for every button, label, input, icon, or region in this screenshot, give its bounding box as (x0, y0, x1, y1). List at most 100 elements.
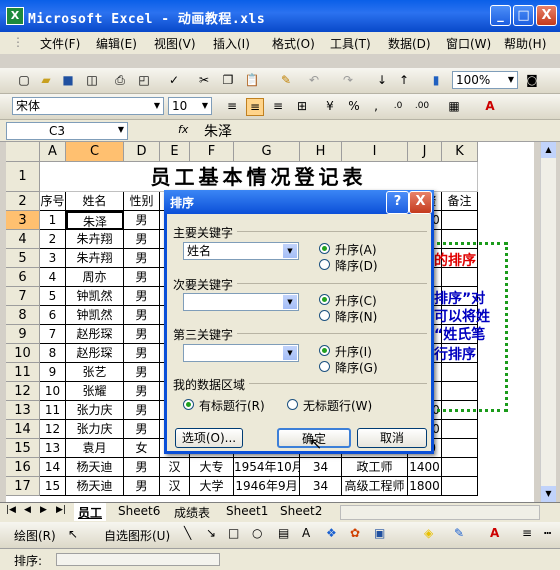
no-header-radio[interactable] (287, 399, 298, 410)
row-header[interactable]: 9 (6, 325, 40, 344)
format-painter-icon[interactable]: ✎ (278, 72, 294, 88)
row-header[interactable]: 11 (6, 363, 40, 382)
tab-sheet1[interactable]: Sheet1 (222, 503, 272, 521)
row-header[interactable]: 14 (6, 420, 40, 439)
tab-sheet2[interactable]: Sheet2 (276, 503, 326, 521)
table-cell[interactable]: 14 (40, 458, 66, 477)
table-cell[interactable]: 汉 (160, 477, 190, 496)
next-sheet-icon[interactable]: ▶ (40, 505, 47, 515)
menu-format[interactable]: 格式(O) (272, 35, 315, 52)
diagram-icon[interactable]: ❖ (326, 526, 337, 540)
table-cell[interactable]: 7 (40, 325, 66, 344)
secondary-key-select[interactable]: ▼ (183, 293, 299, 311)
table-cell[interactable]: 朱卉翔 (66, 249, 124, 268)
redo-icon[interactable]: ↷ (340, 72, 356, 88)
first-sheet-icon[interactable]: |◀ (6, 505, 16, 515)
table-cell[interactable]: 1800 (408, 477, 442, 496)
borders-icon[interactable]: ▦ (446, 98, 462, 114)
table-cell[interactable]: 6 (40, 306, 66, 325)
rectangle-icon[interactable]: □ (228, 526, 239, 540)
primary-asc-radio[interactable] (319, 243, 330, 254)
close-button[interactable]: X (536, 5, 557, 26)
permission-icon[interactable]: ◫ (84, 72, 100, 88)
table-header-cell[interactable]: 性别 (124, 192, 160, 211)
row-header[interactable]: 6 (6, 268, 40, 287)
table-cell[interactable]: 朱卉翔 (66, 230, 124, 249)
third-desc-label[interactable]: 降序(G) (335, 359, 378, 376)
table-cell[interactable]: 政工师 (342, 458, 408, 477)
fill-color-icon[interactable]: ◈ (424, 526, 433, 540)
no-header-label[interactable]: 无标题行(W) (303, 397, 372, 414)
third-asc-radio[interactable] (319, 345, 330, 356)
table-cell[interactable]: 男 (124, 306, 160, 325)
draw-font-color-icon[interactable]: A (490, 526, 499, 540)
table-cell[interactable]: 杨天迪 (66, 458, 124, 477)
print-preview-icon[interactable]: ◰ (136, 72, 152, 88)
comma-icon[interactable]: , (368, 98, 384, 114)
wordart-icon[interactable]: A (302, 526, 310, 540)
table-cell[interactable]: 男 (124, 249, 160, 268)
menu-insert[interactable]: 插入(I) (213, 35, 250, 52)
table-cell[interactable]: 34 (300, 477, 342, 496)
table-cell[interactable] (442, 211, 478, 230)
third-desc-radio[interactable] (319, 361, 330, 372)
column-header[interactable]: K (442, 142, 478, 162)
has-header-radio[interactable] (183, 399, 194, 410)
third-key-select[interactable]: ▼ (183, 344, 299, 362)
table-cell[interactable]: 男 (124, 268, 160, 287)
table-cell[interactable]: 大专 (190, 458, 234, 477)
row-header[interactable]: 7 (6, 287, 40, 306)
menu-view[interactable]: 视图(V) (154, 35, 196, 52)
table-cell[interactable]: 13 (40, 439, 66, 458)
zoom-select[interactable]: 100% ▼ (452, 71, 518, 89)
menu-data[interactable]: 数据(D) (388, 35, 431, 52)
has-header-label[interactable]: 有标题行(R) (199, 397, 265, 414)
table-cell[interactable]: 男 (124, 363, 160, 382)
table-cell[interactable]: 男 (124, 344, 160, 363)
currency-icon[interactable]: ¥ (322, 98, 338, 114)
table-cell[interactable]: 袁月 (66, 439, 124, 458)
table-cell[interactable]: 大学 (190, 477, 234, 496)
table-cell[interactable]: 2 (40, 230, 66, 249)
line-color-icon[interactable]: ✎ (454, 526, 464, 540)
table-cell[interactable]: 汉 (160, 458, 190, 477)
clipart-icon[interactable]: ✿ (350, 526, 360, 540)
font-color-icon[interactable]: A (482, 98, 498, 114)
row-header[interactable]: 4 (6, 230, 40, 249)
line-style-icon[interactable]: ≡ (522, 526, 532, 540)
row-header[interactable]: 16 (6, 458, 40, 477)
table-cell[interactable]: 34 (300, 458, 342, 477)
table-cell[interactable]: 朱泽 (66, 211, 124, 230)
table-cell[interactable]: 女 (124, 439, 160, 458)
formula-input[interactable]: 朱泽 (204, 121, 232, 141)
textbox-icon[interactable]: ▤ (278, 526, 289, 540)
new-icon[interactable]: ▢ (16, 72, 32, 88)
table-cell[interactable]: 1946年9月 (234, 477, 300, 496)
maximize-button[interactable]: □ (513, 5, 534, 26)
menu-window[interactable]: 窗口(W) (446, 35, 491, 52)
table-cell[interactable]: 赵彤琛 (66, 325, 124, 344)
font-name-select[interactable]: 宋体 ▼ (12, 97, 164, 115)
table-cell[interactable]: 1 (40, 211, 66, 230)
select-all-corner[interactable] (6, 142, 40, 162)
table-header-cell[interactable]: 姓名 (66, 192, 124, 211)
table-cell[interactable]: 15 (40, 477, 66, 496)
name-box[interactable]: C3 ▼ (6, 122, 128, 140)
secondary-asc-label[interactable]: 升序(C) (335, 292, 377, 309)
table-cell[interactable]: 12 (40, 420, 66, 439)
secondary-desc-label[interactable]: 降序(N) (335, 308, 377, 325)
primary-desc-radio[interactable] (319, 259, 330, 270)
row-header[interactable]: 3 (6, 211, 40, 230)
primary-asc-label[interactable]: 升序(A) (335, 241, 377, 258)
primary-key-select[interactable]: 姓名 ▼ (183, 242, 299, 260)
table-cell[interactable]: 男 (124, 382, 160, 401)
tab-sheet6[interactable]: Sheet6 (114, 503, 164, 521)
column-header[interactable]: I (342, 142, 408, 162)
table-cell[interactable] (442, 420, 478, 439)
excel-app-icon[interactable]: X (6, 7, 24, 25)
draw-menu-button[interactable]: 绘图(R) (14, 527, 56, 544)
align-left-icon[interactable]: ≡ (224, 98, 240, 114)
row-header[interactable]: 8 (6, 306, 40, 325)
primary-desc-label[interactable]: 降序(D) (335, 257, 378, 274)
dash-style-icon[interactable]: ┅ (544, 526, 551, 540)
